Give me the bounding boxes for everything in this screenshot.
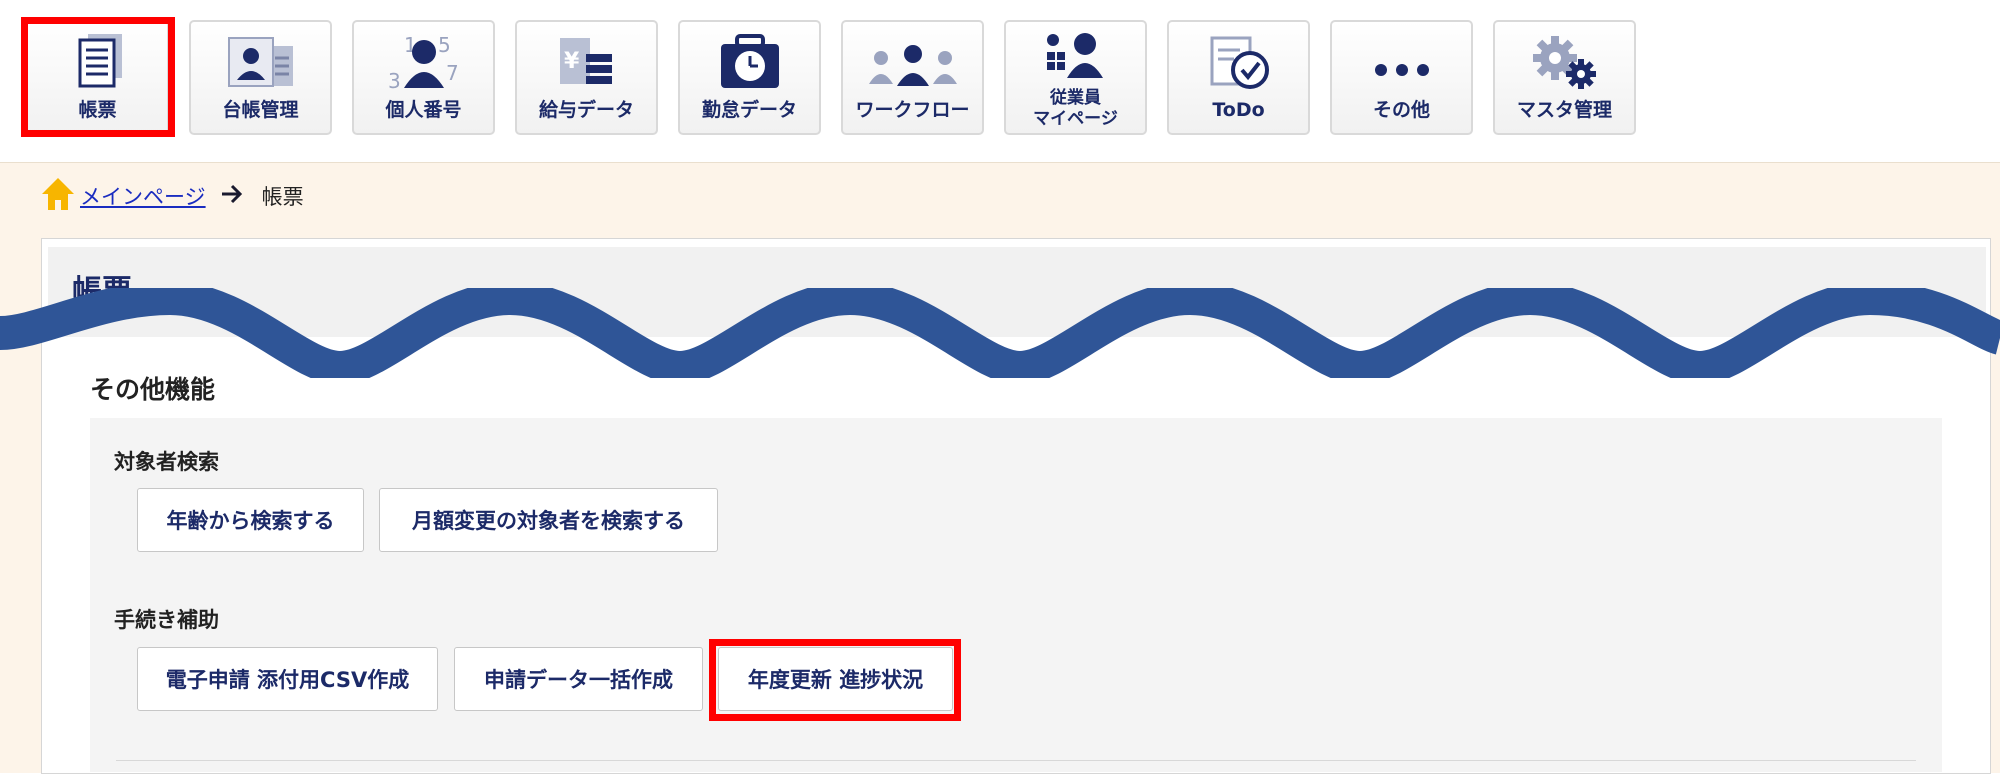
top-navigation: 帳票 台帳管理 1 5 3 7 個人番号 ¥ 給与データ 勤怠データ ワークフロ… <box>0 0 2000 162</box>
group-title-procedure-support: 手続き補助 <box>114 608 219 632</box>
e-application-csv-button[interactable]: 電子申請 添付用CSV作成 <box>137 647 438 711</box>
people-flow-icon <box>843 32 982 94</box>
nav-item-label: その他 <box>1372 99 1430 121</box>
employee-grid-icon <box>1006 30 1145 80</box>
nav-item-my-number[interactable]: 1 5 3 7 個人番号 <box>352 20 495 135</box>
nav-item-employee-mypage[interactable]: 従業員 マイページ <box>1004 20 1147 135</box>
yen-document-icon: ¥ <box>517 32 656 94</box>
nav-item-other[interactable]: その他 <box>1330 20 1473 135</box>
nav-item-label-line2: マイページ <box>1033 109 1118 129</box>
search-by-age-button[interactable]: 年齢から検索する <box>137 488 364 552</box>
wave-divider-graphic <box>0 288 2000 378</box>
nav-item-attendance[interactable]: 勤怠データ <box>678 20 821 135</box>
gears-icon <box>1495 32 1634 94</box>
nav-item-workflow[interactable]: ワークフロー <box>841 20 984 135</box>
svg-text:5: 5 <box>438 33 451 57</box>
nav-item-label: ToDo <box>1212 99 1265 121</box>
group-title-target-search: 対象者検索 <box>114 450 219 474</box>
nav-item-master[interactable]: マスタ管理 <box>1493 20 1636 135</box>
clock-briefcase-icon <box>680 32 819 94</box>
id-card-icon <box>191 32 330 94</box>
search-monthly-change-button[interactable]: 月額変更の対象者を検索する <box>379 488 718 552</box>
section-title: その他機能 <box>90 375 216 404</box>
nav-item-label: 台帳管理 <box>222 99 299 121</box>
annual-update-progress-button[interactable]: 年度更新 進捗状況 <box>718 647 953 711</box>
nav-item-label: 従業員 マイページ <box>1006 88 1145 130</box>
more-dots-icon <box>1332 32 1471 94</box>
nav-item-label: 勤怠データ <box>701 99 797 121</box>
nav-item-ledger[interactable]: 台帳管理 <box>189 20 332 135</box>
nav-item-label: マスタ管理 <box>1516 99 1612 121</box>
nav-item-label: 給与データ <box>538 99 634 121</box>
nav-item-reports[interactable]: 帳票 <box>26 20 169 135</box>
nav-item-todo[interactable]: ToDo <box>1167 20 1310 135</box>
home-icon <box>40 176 76 217</box>
svg-text:7: 7 <box>446 61 459 85</box>
functions-box <box>90 418 1942 772</box>
checklist-icon <box>1169 32 1308 94</box>
nav-item-payroll[interactable]: ¥ 給与データ <box>515 20 658 135</box>
nav-item-label: ワークフロー <box>855 99 970 121</box>
nav-item-label: 個人番号 <box>385 99 462 121</box>
numbered-person-icon: 1 5 3 7 <box>354 32 493 94</box>
svg-text:¥: ¥ <box>564 49 580 74</box>
breadcrumb-home-link[interactable]: メインページ <box>80 181 206 211</box>
breadcrumb-current: 帳票 <box>261 185 304 209</box>
svg-text:3: 3 <box>388 69 401 93</box>
document-icon <box>28 32 167 94</box>
breadcrumb: メインページ 帳票 <box>40 176 304 217</box>
section-divider <box>116 760 1916 761</box>
nav-item-label: 帳票 <box>78 99 117 121</box>
arrow-right-icon <box>220 183 244 210</box>
nav-item-label-line1: 従業員 <box>1050 88 1101 108</box>
bulk-application-data-button[interactable]: 申請データ一括作成 <box>454 647 703 711</box>
